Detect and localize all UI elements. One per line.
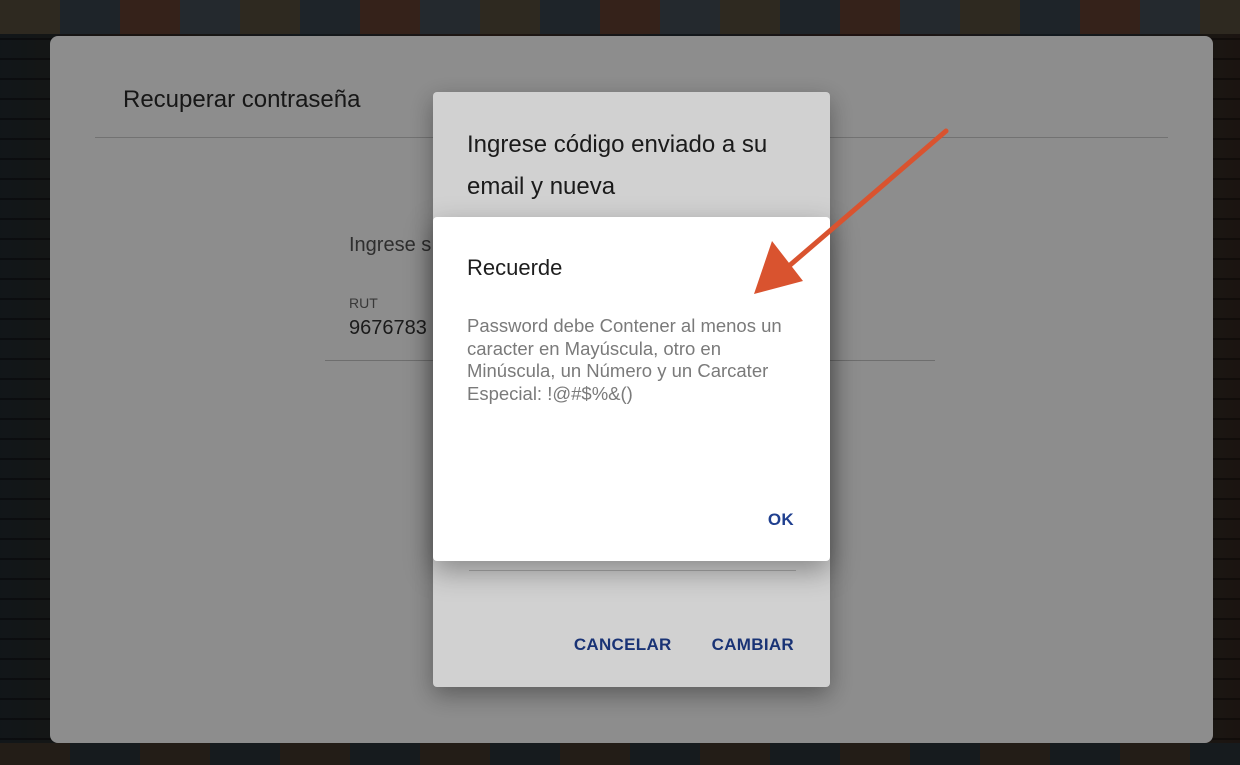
password-rules-alert: Recuerde Password debe Contener al menos…: [433, 217, 830, 561]
alert-message: Password debe Contener al menos un carac…: [467, 315, 782, 404]
ok-button[interactable]: OK: [768, 510, 794, 530]
alert-title: Recuerde: [467, 255, 563, 280]
